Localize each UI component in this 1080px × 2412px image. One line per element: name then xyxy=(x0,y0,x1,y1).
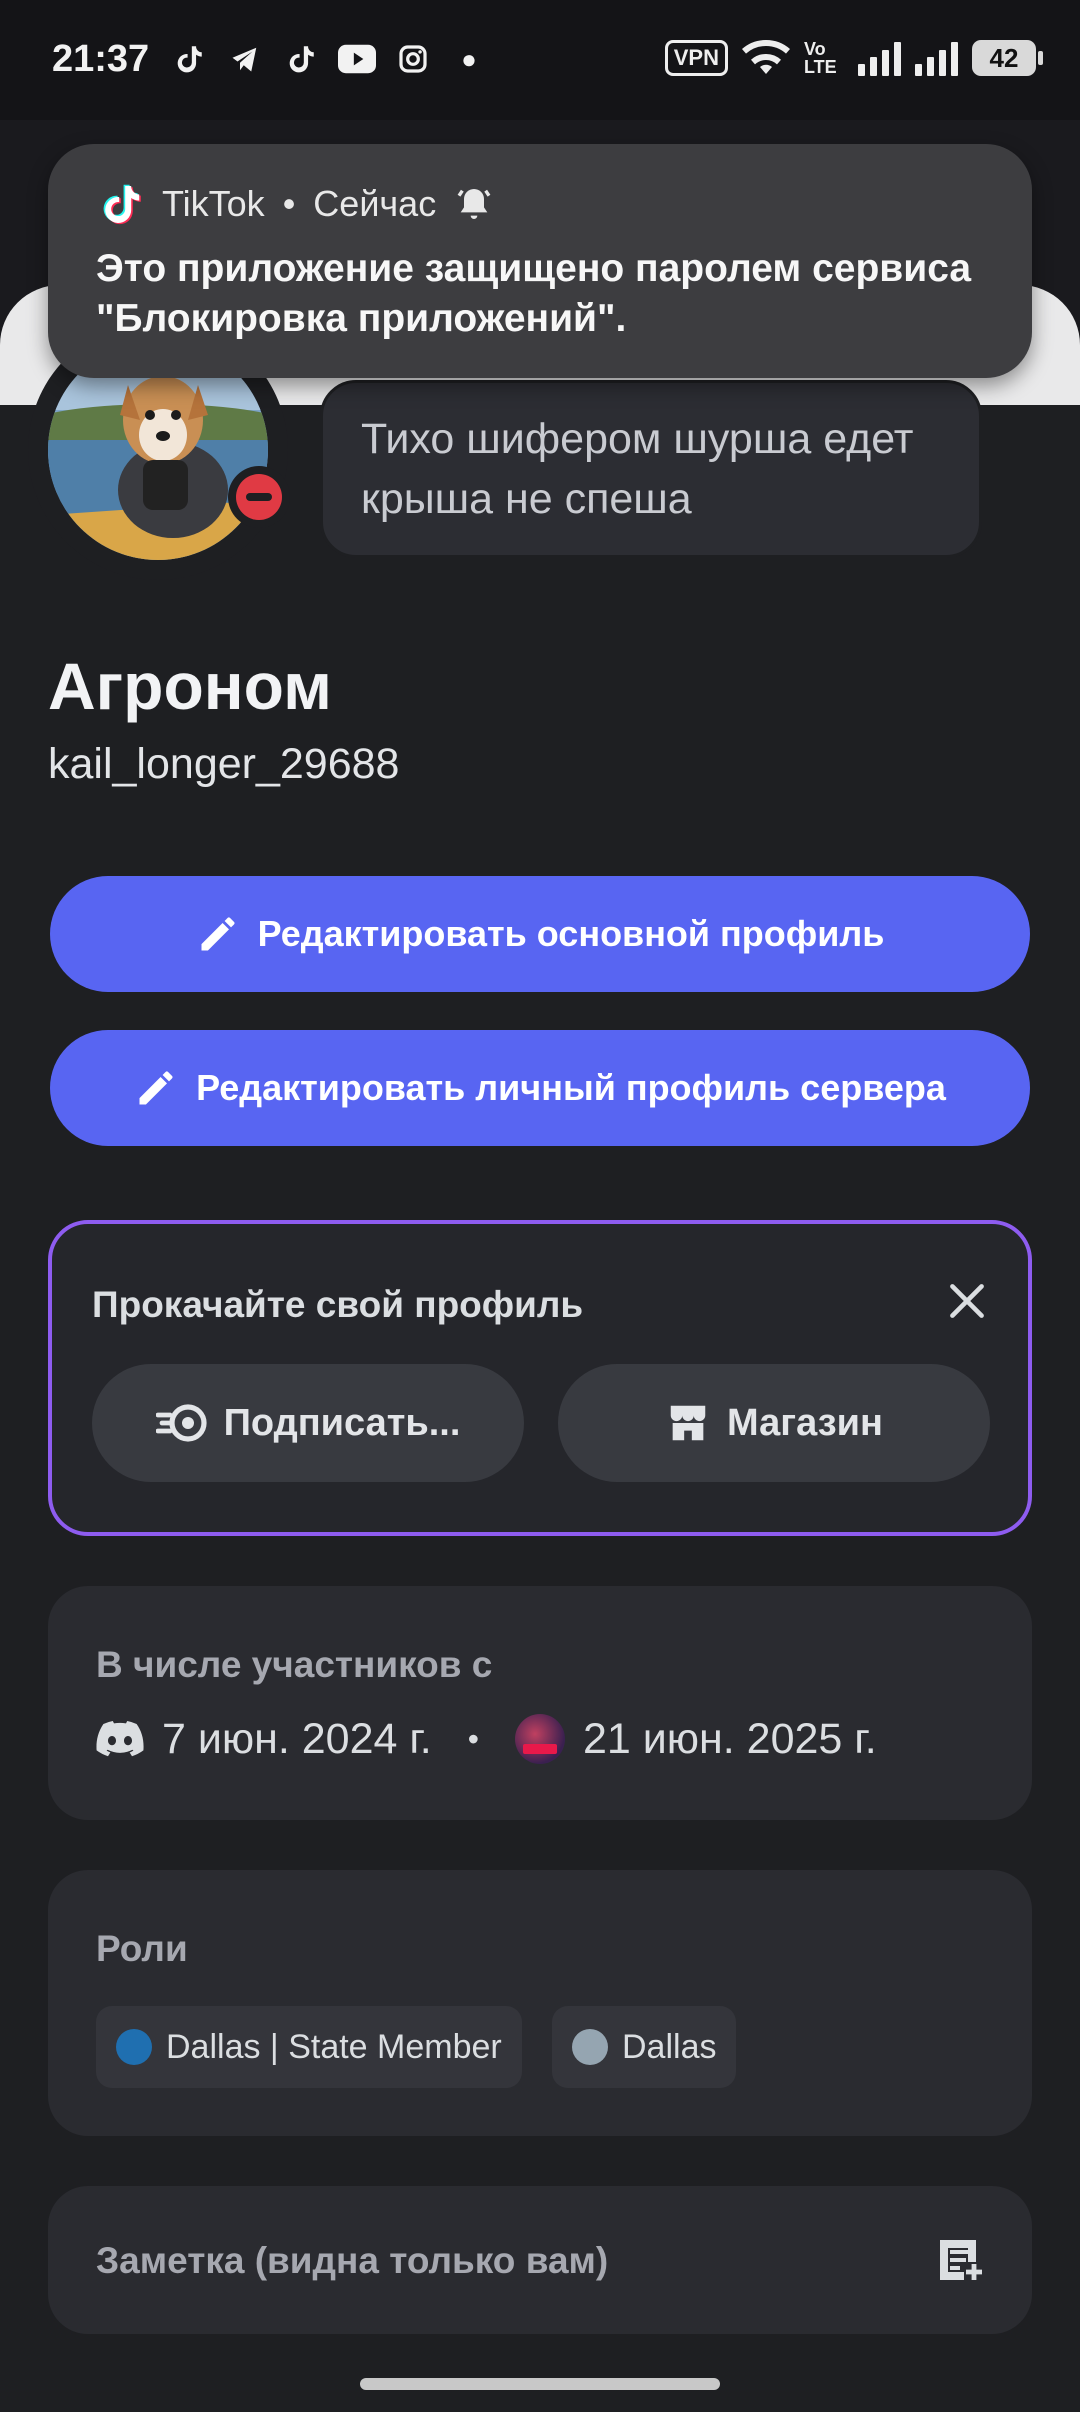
notification-time: Сейчас xyxy=(313,183,437,224)
nitro-icon xyxy=(155,1404,207,1442)
tiktok-icon xyxy=(170,40,208,78)
roles-label: Роли xyxy=(96,1928,188,1969)
tiktok-icon xyxy=(103,184,141,225)
note-placeholder: Заметка (видна только вам) xyxy=(96,2240,609,2281)
upsell-title: Прокачайте свой профиль xyxy=(92,1284,584,1325)
username: kail_longer_29688 xyxy=(48,740,400,788)
edit-main-profile-button[interactable]: Редактировать основной профиль xyxy=(50,876,1030,992)
member-since-label: В числе участников с xyxy=(96,1644,493,1685)
subscribe-button[interactable]: Подписать... xyxy=(92,1364,524,1482)
tiktok-notification[interactable]: TikTok • Сейчас Это приложение защищено … xyxy=(48,144,1032,378)
role-name: Dallas xyxy=(622,2027,717,2066)
home-indicator[interactable] xyxy=(360,2378,720,2390)
member-since-dates: 7 июн. 2024 г. • 21 июн. 2025 г. xyxy=(96,1714,877,1764)
instagram-icon xyxy=(394,40,432,78)
status-notification-icons: ● xyxy=(170,40,488,78)
pencil-icon xyxy=(139,1071,173,1105)
status-time: 21:37 xyxy=(52,38,150,80)
battery-level: 42 xyxy=(989,42,1019,73)
member-since-card: В числе участников с 7 июн. 2024 г. • 21… xyxy=(48,1586,1032,1820)
battery-icon: 42 xyxy=(972,40,1043,76)
subscribe-label: Подписать... xyxy=(223,1401,461,1444)
youtube-icon xyxy=(338,40,376,78)
tiktok-icon xyxy=(282,40,320,78)
profile-upsell-card: Прокачайте свой профиль Подписать... Маг… xyxy=(48,1220,1032,1536)
roles-card: Роли Dallas | State Member Dallas xyxy=(48,1870,1032,2136)
notification-app-name: TikTok xyxy=(162,183,265,224)
close-icon[interactable] xyxy=(942,1276,992,1326)
notification-header: TikTok • Сейчас xyxy=(96,180,494,228)
role-chip[interactable]: Dallas xyxy=(552,2006,737,2088)
notification-text: Это приложение защищено паролем сервиса … xyxy=(96,247,972,340)
edit-main-profile-label: Редактировать основной профиль xyxy=(257,913,885,954)
vpn-badge: VPN xyxy=(664,40,728,76)
discord-icon xyxy=(96,1721,144,1757)
wifi-icon xyxy=(742,39,790,74)
role-name: Dallas | State Member xyxy=(166,2027,502,2066)
status-system-icons: VPN Vo LTE 42 xyxy=(664,38,1043,78)
dnd-status-icon xyxy=(228,466,290,528)
edit-server-profile-label: Редактировать личный профиль сервера xyxy=(196,1067,946,1108)
signal-2-icon xyxy=(915,40,958,76)
edit-server-profile-button[interactable]: Редактировать личный профиль сервера xyxy=(50,1030,1030,1146)
custom-status-bubble[interactable]: Тихо шифером шурша едет крыша не спеша xyxy=(320,380,982,558)
display-name: Агроном xyxy=(48,649,332,723)
role-color-dot xyxy=(116,2029,152,2065)
role-color-dot xyxy=(572,2029,608,2065)
server-join-date: 21 июн. 2025 г. xyxy=(582,1714,877,1763)
shop-label: Магазин xyxy=(727,1401,883,1444)
shop-button[interactable]: Магазин xyxy=(558,1364,990,1482)
role-chip[interactable]: Dallas | State Member xyxy=(96,2006,522,2088)
date-separator: • xyxy=(467,1720,479,1757)
more-notifications-icon: ● xyxy=(461,43,477,74)
add-note-icon[interactable] xyxy=(936,2236,984,2284)
server-icon xyxy=(514,1714,565,1764)
pencil-icon xyxy=(201,917,235,951)
shop-icon xyxy=(670,1405,706,1441)
notification-separator: • xyxy=(282,183,296,224)
discord-join-date: 7 июн. 2024 г. xyxy=(162,1714,432,1763)
volte-icon: Vo LTE xyxy=(804,39,837,77)
note-field[interactable]: Заметка (видна только вам) xyxy=(48,2186,1032,2334)
telegram-icon xyxy=(226,40,264,78)
alert-bell-icon xyxy=(457,189,491,219)
signal-1-icon xyxy=(858,40,901,76)
